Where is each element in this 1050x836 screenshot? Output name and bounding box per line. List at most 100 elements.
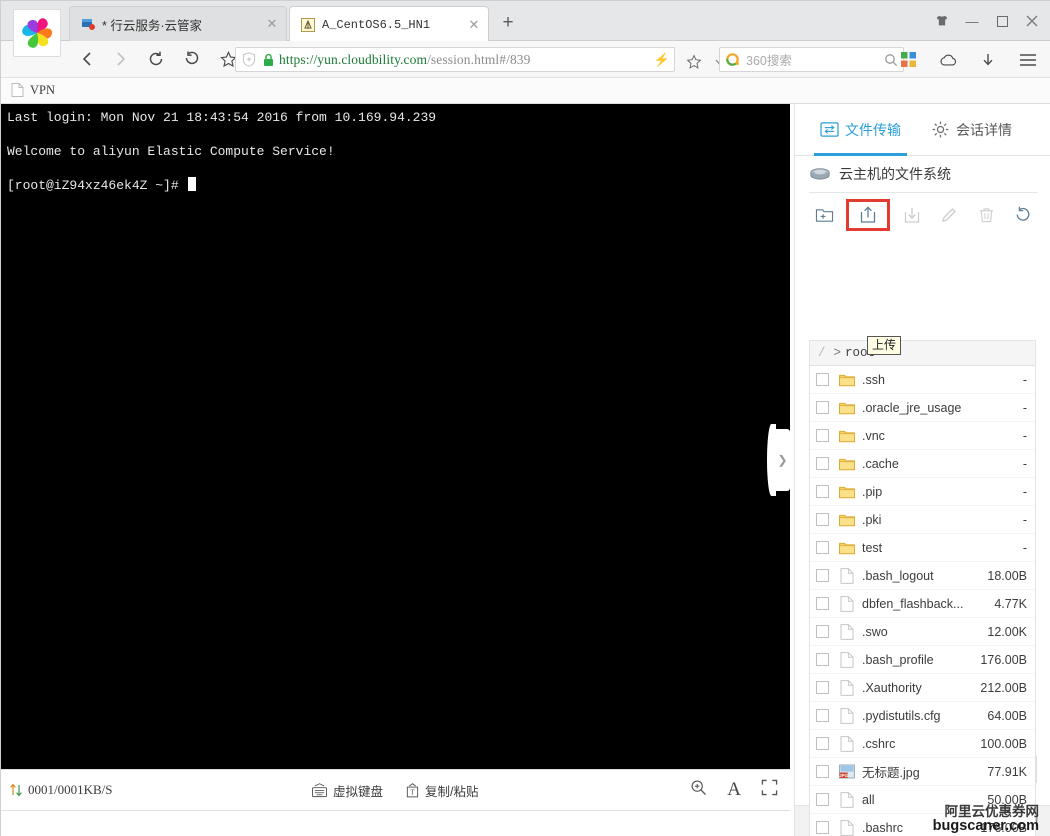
file-name: all [862,792,875,807]
file-row-checkbox[interactable] [816,597,829,610]
file-row-checkbox[interactable] [816,457,829,470]
reload-button[interactable] [143,46,169,72]
file-row-checkbox[interactable] [816,373,829,386]
close-button[interactable] [1017,6,1047,36]
terminal-favicon-icon [300,17,316,33]
address-bar[interactable]: https://yun.cloudbility.com/session.html… [235,47,675,72]
url-text: https://yun.cloudbility.com/session.html… [279,52,531,68]
folder-icon [839,484,855,500]
file-size: 64.00B [987,708,1027,723]
back-arrow-icon [82,52,91,66]
file-row-checkbox[interactable] [816,513,829,526]
upload-button[interactable] [846,199,890,231]
panel-collapse-handle[interactable]: ❯ [775,429,790,491]
file-row-checkbox[interactable] [816,765,829,778]
file-row[interactable]: .bash_profile 176.00B [810,646,1035,674]
file-row[interactable]: .ssh - [810,366,1035,394]
restore-button[interactable] [179,46,205,72]
cloud-icon[interactable] [935,47,961,73]
svg-text:T: T [410,787,415,796]
save-bookmark-button[interactable] [681,49,707,75]
file-row-checkbox[interactable] [816,737,829,750]
file-row-checkbox[interactable] [816,653,829,666]
virtual-keyboard-button[interactable]: 虚拟键盘 [311,781,383,800]
file-list[interactable]: .ssh - .oracle_jre_usage - .vnc - .cache - .pip -… [809,366,1036,836]
breadcrumb-root[interactable]: / [818,346,826,360]
page-content: Last login: Mon Nov 21 18:43:54 2016 fro… [1,104,1050,836]
file-name: .swo [862,624,888,639]
file-row[interactable]: .vnc - [810,422,1035,450]
file-icon [839,707,855,724]
file-icon [839,791,855,808]
font-size-icon[interactable]: A [727,780,741,799]
maximize-button[interactable] [987,6,1017,36]
tab-1[interactable]: A_CentOS6.5_HN1 ✕ [289,6,489,42]
file-row-checkbox[interactable] [816,569,829,582]
tab-1-title: A_CentOS6.5_HN1 [322,17,431,32]
file-row-checkbox[interactable] [816,485,829,498]
file-row[interactable]: .cshrc 100.00B [810,730,1035,758]
skin-button[interactable] [927,6,957,36]
file-row[interactable]: .bashrc 176.00B [810,814,1035,836]
file-row[interactable]: all 50.00B [810,786,1035,814]
new-folder-button[interactable] [809,201,839,229]
bookmark-label: VPN [30,83,56,97]
filesystem-toolbar [809,198,1038,232]
terminal-tools: 虚拟键盘 T 复制/粘贴 [311,781,501,800]
search-box[interactable]: 360搜索 [719,47,904,72]
refresh-button[interactable] [1008,201,1038,229]
file-row[interactable]: .swo 12.00K [810,618,1035,646]
file-row-checkbox[interactable] [816,821,829,834]
file-row[interactable]: .pip - [810,478,1035,506]
file-row[interactable]: JPG 无标题.jpg 77.91K [810,758,1035,786]
file-row[interactable]: test - [810,534,1035,562]
file-row-checkbox[interactable] [816,541,829,554]
minimize-button[interactable]: — [957,6,987,36]
file-row-checkbox[interactable] [816,625,829,638]
new-tab-button[interactable]: + [496,11,520,35]
star-outline-icon [686,54,702,69]
tab-0-title: * 行云服务·云管家 [102,18,203,33]
apps-grid-icon[interactable] [895,47,921,73]
file-row-checkbox[interactable] [816,709,829,722]
zoom-in-icon[interactable] [690,779,707,801]
file-name: .pip [862,484,883,499]
download-icon[interactable] [975,47,1001,73]
image-file-icon: JPG [839,764,855,780]
tab-0-close-icon[interactable]: ✕ [264,16,280,32]
360-search-icon [725,52,741,68]
folder-icon [839,512,855,528]
file-row[interactable]: .pydistutils.cfg 64.00B [810,702,1035,730]
bookmark-item-vpn[interactable]: VPN [11,83,55,98]
file-row[interactable]: .cache - [810,450,1035,478]
file-row[interactable]: dbfen_flashback... 4.77K [810,590,1035,618]
folder-icon [839,372,855,388]
tab-1-close-icon[interactable]: ✕ [466,17,482,33]
file-row[interactable]: .bash_logout 18.00B [810,562,1035,590]
copy-paste-button[interactable]: T 复制/粘贴 [405,781,479,800]
lightning-icon[interactable]: ⚡ [654,52,670,68]
tab-session-details[interactable]: 会话详情 [925,104,1018,156]
file-row[interactable]: .Xauthority 212.00B [810,674,1035,702]
tab-0[interactable]: * 行云服务·云管家 ✕ [69,6,287,41]
file-name: .vnc [862,428,885,443]
back-button[interactable] [75,46,101,72]
search-input[interactable]: 360搜索 [746,50,884,69]
file-row-checkbox[interactable] [816,429,829,442]
tab-file-transfer[interactable]: 文件传输 [814,104,907,156]
filesystem-title-label: 云主机的文件系统 [839,166,951,182]
file-row-checkbox[interactable] [816,681,829,694]
file-row[interactable]: .pki - [810,506,1035,534]
reload-icon [149,51,163,66]
fullscreen-icon[interactable] [761,779,778,801]
file-row-checkbox[interactable] [816,401,829,414]
file-row[interactable]: .oracle_jre_usage - [810,394,1035,422]
terminal-console[interactable]: Last login: Mon Nov 21 18:43:54 2016 fro… [1,104,790,769]
menu-icon[interactable] [1015,47,1041,73]
window-controls: — [927,1,1047,41]
forward-button[interactable] [107,46,133,72]
breadcrumb[interactable]: / > root [809,340,1036,366]
file-size: 12.00K [987,624,1027,639]
file-size: 176.00B [980,652,1027,667]
file-row-checkbox[interactable] [816,793,829,806]
